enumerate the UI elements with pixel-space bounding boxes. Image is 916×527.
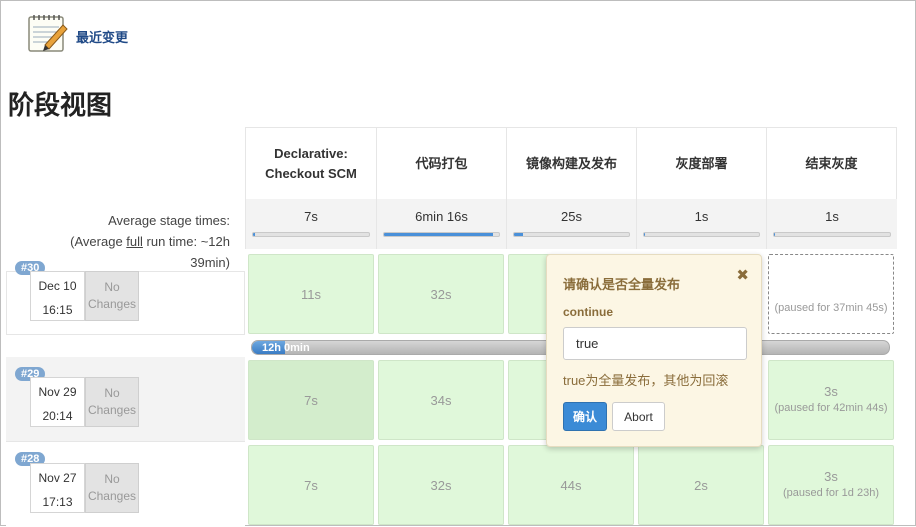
avg-cell: 1s bbox=[636, 199, 766, 249]
stage-cell-time: 3s bbox=[824, 384, 838, 399]
no-changes-box[interactable]: No Changes bbox=[85, 377, 139, 427]
close-icon[interactable]: ✖ bbox=[736, 266, 749, 284]
avg-cell: 25s bbox=[506, 199, 636, 249]
parameter-name: continue bbox=[563, 305, 613, 319]
avg-full-link[interactable]: full bbox=[126, 234, 143, 249]
no-changes-box[interactable]: No Changes bbox=[85, 463, 139, 513]
stage-cell-time: 34s bbox=[430, 392, 452, 408]
stage-cell[interactable]: 3s (paused for 1d 23h) bbox=[768, 445, 894, 525]
avg-bar bbox=[773, 232, 891, 237]
stage-cell-time: 7s bbox=[304, 392, 318, 408]
stage-cell-paused-text: (paused for 42min 44s) bbox=[774, 402, 888, 414]
avg-bar bbox=[513, 232, 630, 237]
input-required-popover: 请确认是否全量发布 ✖ continue true为全量发布，其他为回滚 确认 … bbox=[546, 254, 762, 447]
stage-header-line1: Declarative: bbox=[274, 145, 348, 161]
stage-header-line1: 镜像构建及发布 bbox=[525, 155, 617, 171]
stage-header-end-canary: 结束灰度 bbox=[766, 127, 897, 199]
avg-full-prefix: (Average bbox=[70, 234, 127, 249]
recent-changes-link[interactable]: 最近变更 bbox=[76, 27, 128, 46]
stage-cell[interactable]: 7s bbox=[248, 445, 374, 525]
stage-cell[interactable]: 11s bbox=[248, 254, 374, 334]
stage-header-canary: 灰度部署 bbox=[636, 127, 766, 199]
stage-cell-time: 32s bbox=[430, 286, 452, 302]
avg-bar-fill bbox=[514, 233, 524, 236]
stage-header-line1: 灰度部署 bbox=[675, 155, 728, 171]
avg-bar bbox=[383, 232, 500, 237]
build-date-time: 16:15 bbox=[42, 303, 73, 317]
stage-cell-time: 32s bbox=[430, 477, 452, 493]
stage-cell[interactable]: 44s bbox=[508, 445, 634, 525]
stage-cell-paused-text: (paused for 1d 23h) bbox=[782, 487, 879, 499]
stage-header-line1: 结束灰度 bbox=[805, 155, 858, 171]
build-date-time: 20:14 bbox=[42, 409, 73, 423]
stage-header-build: 代码打包 bbox=[376, 127, 506, 199]
stage-cell-time: 7s bbox=[304, 477, 318, 493]
page-title: 阶段视图 bbox=[8, 90, 113, 120]
stage-header-image: 镜像构建及发布 bbox=[506, 127, 636, 199]
stage-header-line1: 代码打包 bbox=[415, 155, 468, 171]
notepad-icon bbox=[25, 11, 71, 55]
avg-cell: 1s bbox=[766, 199, 897, 249]
build-date-day: Nov 27 bbox=[38, 471, 77, 485]
confirm-button[interactable]: 确认 bbox=[563, 402, 607, 431]
avg-time: 6min 16s bbox=[415, 209, 468, 224]
parameter-description: true为全量发布，其他为回滚 bbox=[563, 373, 729, 388]
stage-cell[interactable]: 32s bbox=[378, 254, 504, 334]
avg-full-suffix: run time: ~12h bbox=[142, 234, 230, 249]
build-date: Nov 27 17:13 bbox=[30, 463, 85, 513]
avg-time: 7s bbox=[304, 209, 318, 224]
avg-time: 25s bbox=[561, 209, 582, 224]
continue-input[interactable] bbox=[563, 327, 747, 360]
stage-cell[interactable]: 2s bbox=[638, 445, 764, 525]
stage-cell-time: 11s bbox=[301, 286, 321, 302]
stage-cell-time: 3s bbox=[824, 469, 838, 484]
stage-cell[interactable]: 34s bbox=[378, 360, 504, 440]
avg-cell: 6min 16s bbox=[376, 199, 506, 249]
abort-button[interactable]: Abort bbox=[612, 402, 665, 431]
avg-bar-fill bbox=[253, 233, 256, 236]
build-date: Dec 10 16:15 bbox=[30, 271, 85, 321]
stage-cell-time: 2s bbox=[694, 477, 708, 493]
avg-bar-fill bbox=[384, 233, 494, 236]
build-date-day: Nov 29 bbox=[38, 385, 77, 399]
stage-header-line2: Checkout SCM bbox=[265, 165, 357, 181]
stage-cell[interactable]: 32s bbox=[378, 445, 504, 525]
run-progress-label: 12h 0min bbox=[262, 342, 310, 354]
avg-time: 1s bbox=[825, 209, 839, 224]
avg-bar-fill bbox=[644, 233, 646, 236]
stage-cell-paused-text: (paused for 37min 45s) bbox=[774, 302, 888, 314]
stage-cell[interactable]: 3s (paused for 42min 44s) bbox=[768, 360, 894, 440]
stage-cell[interactable]: 7s bbox=[248, 360, 374, 440]
stage-header-checkout: Declarative: Checkout SCM bbox=[245, 127, 376, 199]
avg-bar-fill bbox=[774, 233, 776, 236]
stage-cell-paused[interactable]: (paused for 37min 45s) bbox=[768, 254, 894, 334]
avg-bar bbox=[252, 232, 370, 237]
no-changes-box[interactable]: No Changes bbox=[85, 271, 139, 321]
popover-title: 请确认是否全量发布 bbox=[563, 277, 681, 292]
avg-cell: 7s bbox=[245, 199, 376, 249]
avg-time: 1s bbox=[694, 209, 709, 224]
avg-bar bbox=[643, 232, 760, 237]
build-date-time: 17:13 bbox=[42, 495, 73, 509]
avg-label-line: Average stage times: bbox=[108, 213, 230, 228]
build-date: Nov 29 20:14 bbox=[30, 377, 85, 427]
stage-cell-time: 44s bbox=[560, 477, 582, 493]
build-date-day: Dec 10 bbox=[38, 279, 77, 293]
